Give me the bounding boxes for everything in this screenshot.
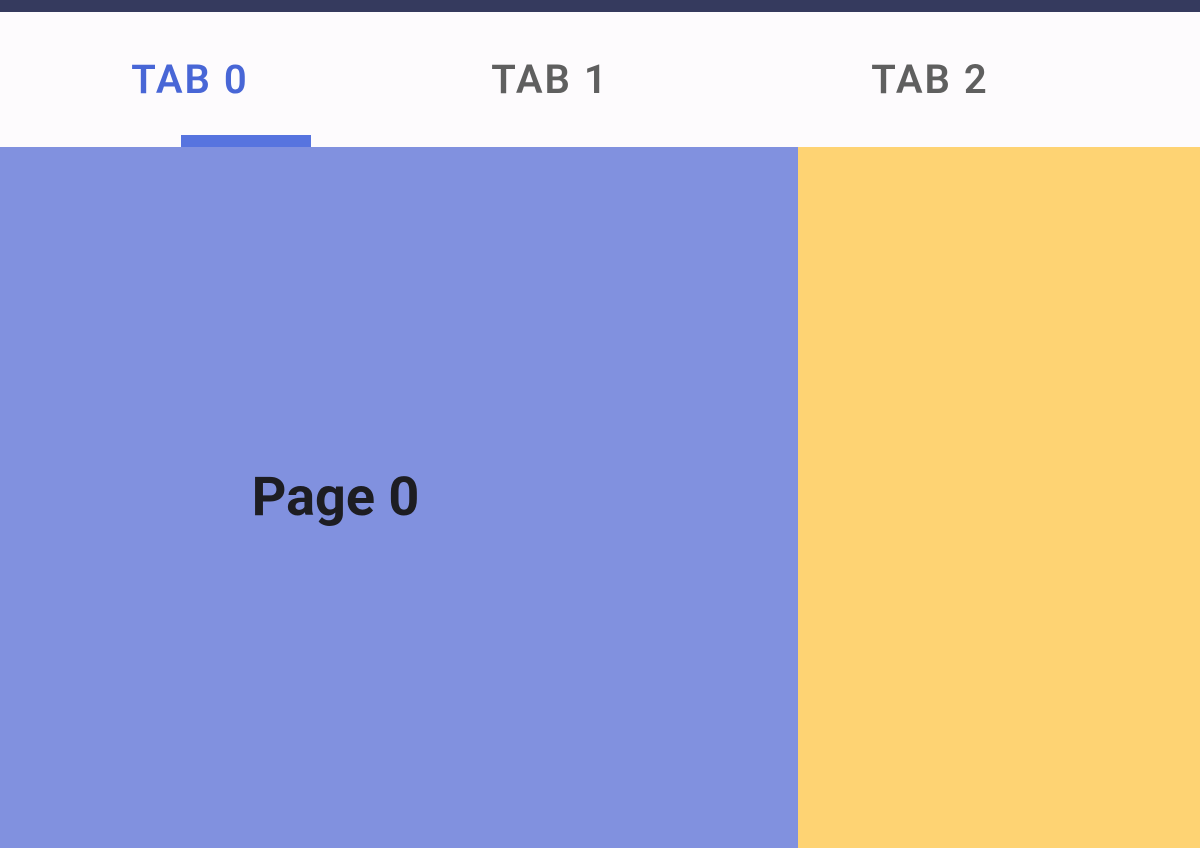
- tab-label: TAB 1: [491, 56, 609, 103]
- tab-label: TAB 2: [871, 56, 989, 103]
- page-viewport[interactable]: Page 0: [0, 147, 1200, 848]
- tab-bar: TAB 0 TAB 1 TAB 2: [0, 12, 1200, 147]
- tab-indicator: [181, 135, 311, 147]
- tab-1[interactable]: TAB 1: [360, 12, 740, 147]
- status-bar: [0, 0, 1200, 12]
- tab-0[interactable]: TAB 0: [0, 12, 360, 147]
- page-title: Page 0: [252, 466, 420, 529]
- tab-2[interactable]: TAB 2: [740, 12, 1120, 147]
- page-0: Page 0: [0, 147, 798, 848]
- page-1: [798, 147, 1200, 848]
- tab-label: TAB 0: [131, 56, 249, 103]
